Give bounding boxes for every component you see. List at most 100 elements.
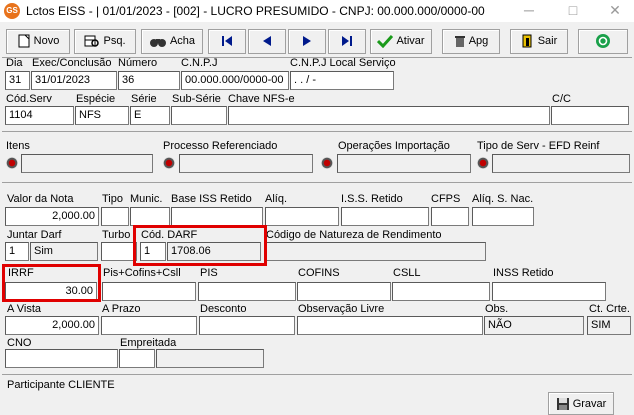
refresh-icon [596,34,610,49]
new-document-icon [18,34,30,48]
cnpj-label: C.N.P.J [181,57,218,69]
dia-field[interactable]: 31 [5,71,30,90]
operacoes-label: Operações Importação [338,140,450,152]
juntar-darf-code-field[interactable]: 1 [5,242,29,261]
acha-button[interactable]: Acha [141,29,203,54]
sub-serie-field[interactable] [171,106,227,125]
exec-field[interactable]: 31/01/2023 [31,71,117,90]
cod-natureza-label: Código de Natureza de Rendimento [266,229,442,241]
exec-label: Exec/Conclusão [32,57,112,69]
minimize-button[interactable]: ─ [514,0,544,22]
close-button[interactable]: ✕ [600,0,630,22]
cod-serv-field[interactable]: 1104 [5,106,74,125]
pis-cofins-label: Pis+Cofins+Csll [103,267,181,279]
a-prazo-label: A Prazo [102,303,141,315]
tipo-field[interactable] [101,207,129,226]
valor-nota-field[interactable]: 2,000.00 [5,207,99,226]
ct-crte-field[interactable]: SIM [587,316,631,335]
cfps-field[interactable] [431,207,469,226]
empreitada-code-field[interactable] [119,349,155,368]
itens-radio[interactable] [6,157,18,169]
cnpj-field[interactable]: 00.000.000/0000-00 [181,71,289,90]
gravar-label: Gravar [572,398,607,410]
iss-retido-label: I.S.S. Retido [341,193,403,205]
novo-button[interactable]: Novo [6,29,70,54]
desconto-field[interactable] [199,316,295,335]
chave-field[interactable] [228,106,550,125]
csll-field[interactable] [392,282,490,301]
cod-natureza-field[interactable] [266,242,486,261]
iss-retido-field[interactable] [341,207,429,226]
last-record-button[interactable] [328,29,366,54]
psq-label: Psq. [103,35,126,47]
sub-serie-label: Sub-Série [172,93,221,105]
first-record-button[interactable] [208,29,246,54]
serie-field[interactable]: E [130,106,170,125]
tipo-serv-field[interactable] [492,154,630,173]
cod-serv-label: Cód.Serv [6,93,52,105]
inss-field[interactable] [492,282,606,301]
munic-field[interactable] [130,207,170,226]
obs-livre-field[interactable] [297,316,483,335]
tipo-serv-radio[interactable] [477,157,489,169]
base-iss-field[interactable] [171,207,263,226]
especie-field[interactable]: NFS [75,106,129,125]
next-record-icon [303,36,311,47]
cofins-field[interactable] [297,282,391,301]
obs-label: Obs. [485,303,509,315]
empreitada-text-field [156,349,264,368]
check-icon [377,35,394,49]
numero-field[interactable]: 36 [118,71,180,90]
tipo-label: Tipo [102,193,123,205]
first-record-icon [222,36,232,47]
obs-livre-label: Observação Livre [298,303,385,315]
window-title: Lctos EISS - | 01/01/2023 - [002] - LUCR… [26,4,485,18]
irrf-highlight [2,264,101,302]
pis-field[interactable] [198,282,296,301]
cofins-label: COFINS [298,267,340,279]
app-icon: GS [4,3,20,19]
novo-label: Novo [33,35,60,47]
cc-label: C/C [552,93,571,105]
maximize-button[interactable]: □ [558,0,588,22]
cno-field[interactable] [5,349,118,368]
itens-label: Itens [6,140,30,152]
processo-field[interactable] [179,154,313,173]
psq-button[interactable]: Psq. [74,29,136,54]
apg-label: Apg [468,35,489,47]
cc-field[interactable] [551,106,629,125]
processo-radio[interactable] [163,157,175,169]
pis-cofins-field[interactable] [102,282,196,301]
apg-button[interactable]: Apg [442,29,500,54]
a-prazo-field[interactable] [101,316,197,335]
separator [2,182,632,183]
operacoes-field[interactable] [337,154,471,173]
juntar-darf-text-field: Sim [30,242,98,261]
aliq-snac-label: Alíq. S. Nac. [472,193,534,205]
munic-label: Munic. [130,193,163,205]
chave-label: Chave NFS-e [228,93,295,105]
ativar-button[interactable]: Ativar [370,29,432,54]
operacoes-radio[interactable] [321,157,333,169]
turbo-field[interactable] [101,242,137,261]
obs-field[interactable]: NÃO [484,316,584,335]
itens-field[interactable] [21,154,153,173]
save-disk-icon [556,398,569,411]
prev-record-icon [263,36,271,47]
aliq-snac-field[interactable] [472,207,534,226]
prev-record-button[interactable] [248,29,286,54]
next-record-button[interactable] [288,29,326,54]
inss-label: INSS Retido [493,267,554,279]
ct-crte-label: Ct. Crte. [589,303,630,315]
a-vista-field[interactable]: 2,000.00 [5,316,99,335]
cnpj-local-field[interactable]: . . / - [290,71,394,90]
gravar-button[interactable]: Gravar [548,392,614,415]
search-table-icon [84,35,100,47]
ativar-label: Ativar [396,35,425,47]
acha-label: Acha [169,35,196,47]
sair-button[interactable]: Sair [510,29,568,54]
juntar-darf-label: Juntar Darf [7,229,62,241]
refresh-button[interactable] [578,29,628,54]
aliq-field[interactable] [265,207,339,226]
base-iss-label: Base ISS Retido [171,193,252,205]
